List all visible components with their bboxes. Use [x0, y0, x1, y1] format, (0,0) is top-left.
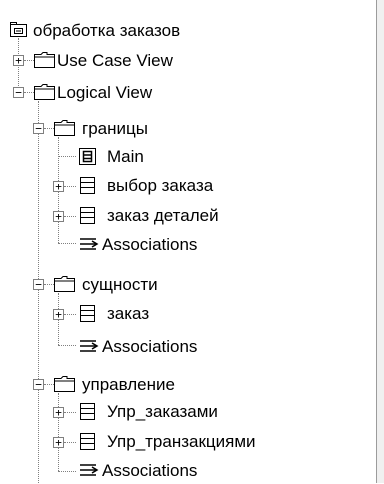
tree-connector [24, 60, 34, 61]
tree-node-label: выбор заказа [107, 176, 214, 195]
tree-connector [58, 393, 59, 471]
folder-icon [34, 84, 56, 106]
tree-node-label: Associations [102, 235, 198, 254]
tree-node-label: управление [82, 375, 175, 394]
expand-plus-icon[interactable]: + [13, 55, 24, 66]
tree-connector [58, 345, 76, 346]
package-root-icon [10, 22, 28, 43]
folder-icon [54, 276, 76, 298]
expand-plus-icon[interactable]: + [53, 211, 64, 222]
tree-node-label: заказ [107, 304, 150, 323]
class-icon [79, 403, 97, 426]
tree-connector [44, 128, 54, 129]
tree-connector [58, 156, 76, 157]
associations-icon [79, 235, 99, 258]
class-icon [79, 305, 97, 328]
associations-icon [79, 461, 99, 484]
class-icon [79, 177, 97, 200]
tree-node-label: Associations [102, 337, 198, 356]
tree-node-label: Associations [102, 461, 198, 480]
collapse-minus-icon[interactable]: − [13, 87, 24, 98]
tree-node-label: Main [107, 147, 144, 166]
expand-plus-icon[interactable]: + [53, 309, 64, 320]
tree-connector [58, 471, 76, 472]
tree-node-label: Use Case View [57, 51, 173, 70]
folder-icon [54, 376, 76, 398]
tree-connector [64, 314, 76, 315]
class-icon [79, 433, 97, 456]
tree-connector [44, 384, 54, 385]
associations-icon [79, 337, 99, 360]
tree-connector [24, 92, 34, 93]
browser-tree: обработка заказов + Use Case View − Logi… [0, 0, 376, 483]
tree-connector [44, 284, 54, 285]
expand-plus-icon[interactable]: + [53, 181, 64, 192]
class-icon [79, 207, 97, 230]
tree-node-label: обработка заказов [33, 21, 181, 40]
vertical-scrollbar[interactable] [376, 0, 384, 483]
collapse-minus-icon[interactable]: − [33, 379, 44, 390]
folder-icon [34, 52, 56, 74]
tree-connector [58, 243, 76, 244]
tree-node-label: сущности [82, 275, 158, 294]
collapse-minus-icon[interactable]: − [33, 279, 44, 290]
tree-node-label: границы [82, 119, 148, 138]
tree-node-label: заказ деталей [107, 206, 219, 225]
tree-connector [38, 101, 39, 483]
tree-node-label: Logical View [57, 83, 153, 102]
tree-connector [64, 186, 76, 187]
expand-plus-icon[interactable]: + [53, 407, 64, 418]
tree-node-label: Упр_транзакциями [107, 432, 256, 451]
tree-connector [64, 216, 76, 217]
tree-connector [64, 412, 76, 413]
tree-connector [64, 442, 76, 443]
tree-node-label: Упр_заказами [107, 402, 218, 421]
collapse-minus-icon[interactable]: − [33, 123, 44, 134]
expand-plus-icon[interactable]: + [53, 437, 64, 448]
diagram-icon [79, 148, 97, 171]
folder-icon [54, 120, 76, 142]
